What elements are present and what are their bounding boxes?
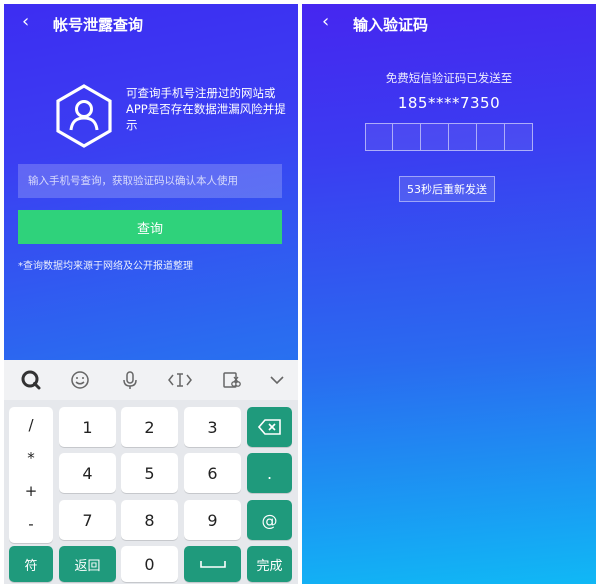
numeric-keyboard: / * + - 1 2 3 4 5 6 7 8 9 0 . @ 符 返回 完成 xyxy=(4,360,298,584)
cursor-move-icon[interactable] xyxy=(167,369,193,391)
back-chevron-icon[interactable]: ‹ xyxy=(322,13,329,31)
search-q-icon[interactable] xyxy=(18,369,44,391)
key-9[interactable]: 9 xyxy=(184,500,241,540)
resend-countdown-button[interactable]: 53秒后重新发送 xyxy=(399,176,495,202)
code-digit-box[interactable] xyxy=(421,123,449,151)
key-3[interactable]: 3 xyxy=(184,407,241,447)
info-text: 可查询手机号注册过的网站或APP是否存在数据泄漏风险并提示 xyxy=(126,86,286,132)
user-hexagon-icon xyxy=(56,84,112,148)
backspace-key[interactable] xyxy=(247,407,292,447)
code-digit-box[interactable] xyxy=(477,123,505,151)
slash-key[interactable]: / xyxy=(9,410,53,440)
minus-key[interactable]: - xyxy=(9,509,53,539)
clipboard-scissors-icon[interactable] xyxy=(218,369,244,391)
key-8[interactable]: 8 xyxy=(121,500,178,540)
asterisk-key[interactable]: * xyxy=(9,443,53,473)
code-digit-box[interactable] xyxy=(393,123,421,151)
symbol-column: / * + - xyxy=(9,407,53,543)
data-source-note: *查询数据均来源于网络及公开报道整理 xyxy=(18,261,193,272)
emoji-icon[interactable] xyxy=(67,369,93,391)
key-2[interactable]: 2 xyxy=(121,407,178,447)
keyboard-toolbar xyxy=(4,360,298,400)
key-5[interactable]: 5 xyxy=(121,453,178,493)
done-key[interactable]: 完成 xyxy=(247,546,292,582)
page-title: 帐号泄露查询 xyxy=(53,16,144,34)
verification-code-screen: ‹ 输入验证码 免费短信验证码已发送至 185****7350 53秒后重新发送 xyxy=(302,4,596,584)
plus-key[interactable]: + xyxy=(9,476,53,506)
microphone-icon[interactable] xyxy=(117,369,143,391)
backspace-icon xyxy=(257,419,281,435)
code-sent-text: 免费短信验证码已发送至 xyxy=(385,71,513,85)
key-1[interactable]: 1 xyxy=(59,407,116,447)
back-chevron-icon[interactable]: ‹ xyxy=(22,13,29,31)
query-button[interactable]: 查询 xyxy=(18,210,282,244)
space-icon xyxy=(199,561,226,568)
key-0[interactable]: 0 xyxy=(121,546,178,582)
symbol-key[interactable]: 符 xyxy=(9,546,53,582)
phone-input[interactable] xyxy=(18,164,282,198)
back-key[interactable]: 返回 xyxy=(59,546,116,582)
masked-phone-number: 185****7350 xyxy=(397,94,501,112)
code-input-boxes xyxy=(365,123,533,151)
account-leak-query-screen: ‹ 帐号泄露查询 可查询手机号注册过的网站或APP是否存在数据泄漏风险并提示 查… xyxy=(4,4,298,584)
key-7[interactable]: 7 xyxy=(59,500,116,540)
key-6[interactable]: 6 xyxy=(184,453,241,493)
code-digit-box[interactable] xyxy=(505,123,533,151)
code-digit-box[interactable] xyxy=(365,123,393,151)
key-4[interactable]: 4 xyxy=(59,453,116,493)
at-key[interactable]: @ xyxy=(247,500,292,540)
space-key[interactable] xyxy=(184,546,241,582)
collapse-chevron-icon[interactable] xyxy=(264,369,290,391)
page-title: 输入验证码 xyxy=(353,16,429,34)
code-digit-box[interactable] xyxy=(449,123,477,151)
dot-key[interactable]: . xyxy=(247,453,292,493)
